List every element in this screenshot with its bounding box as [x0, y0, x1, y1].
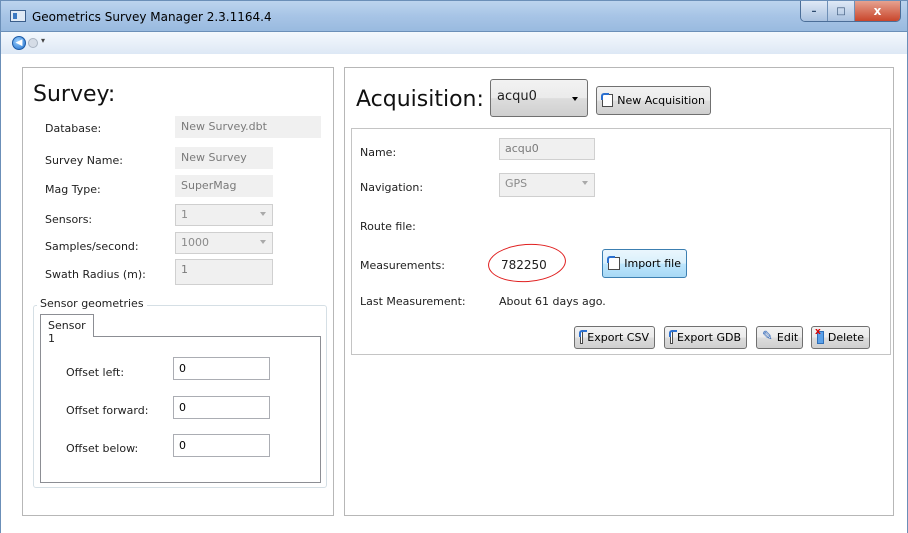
delete-button[interactable]: Delete: [811, 326, 870, 349]
offset-forward-label: Offset forward:: [66, 404, 149, 417]
import-file-label: Import file: [624, 257, 681, 270]
navigation-bar: ◀ ▾: [0, 32, 908, 54]
survey-name-label: Survey Name:: [45, 154, 123, 167]
samples-label: Samples/second:: [45, 240, 139, 253]
offset-below-label: Offset below:: [66, 442, 139, 455]
survey-title: Survey:: [33, 82, 116, 107]
acq-name-label: Name:: [360, 146, 397, 159]
chevron-down-icon: [572, 97, 578, 101]
minimize-icon: –: [811, 5, 817, 17]
acquisition-title: Acquisition:: [356, 87, 484, 112]
minimize-button[interactable]: –: [801, 1, 828, 21]
window-controls: – □ x: [800, 1, 901, 22]
title-bar[interactable]: Geometrics Survey Manager 2.3.1164.4 – □…: [0, 0, 908, 32]
swath-radius-field: 1: [175, 259, 273, 285]
new-acquisition-button[interactable]: New Acquisition: [596, 86, 711, 115]
database-field: New Survey.dbt: [175, 116, 321, 138]
last-measurement-label: Last Measurement:: [360, 295, 466, 308]
maximize-icon: □: [836, 5, 846, 17]
chevron-down-icon: [260, 212, 266, 216]
samples-select: 1000: [175, 232, 273, 254]
chevron-down-icon: [260, 240, 266, 244]
sensors-label: Sensors:: [45, 213, 93, 226]
sensor-geometries-legend: Sensor geometries: [37, 297, 147, 310]
mag-type-label: Mag Type:: [45, 183, 101, 196]
maximize-button[interactable]: □: [828, 1, 855, 21]
export-csv-label: Export CSV: [587, 331, 649, 344]
history-dropdown-icon[interactable]: ▾: [41, 36, 45, 45]
acq-name-field: acqu0: [499, 138, 595, 160]
acquisition-details-box: [351, 128, 891, 355]
delete-icon: [815, 327, 824, 344]
route-file-label: Route file:: [360, 220, 416, 233]
acquisition-select[interactable]: acqu0: [490, 79, 588, 117]
import-file-button[interactable]: Import file: [602, 249, 687, 278]
measurements-label: Measurements:: [360, 259, 445, 272]
edit-button[interactable]: ✎ Edit: [756, 326, 803, 349]
offset-forward-input[interactable]: 0: [173, 396, 270, 419]
close-button[interactable]: x: [855, 1, 900, 21]
close-icon: x: [873, 4, 882, 18]
new-document-icon: [600, 93, 614, 107]
export-gdb-button[interactable]: Export GDB: [664, 326, 747, 349]
navigation-select: GPS: [499, 173, 595, 197]
samples-value: 1000: [181, 236, 209, 249]
offset-below-input[interactable]: 0: [173, 434, 270, 457]
tab-sensor-1[interactable]: Sensor 1: [40, 314, 94, 345]
swath-radius-label: Swath Radius (m):: [45, 268, 146, 281]
mag-type-field: SuperMag: [175, 175, 273, 197]
export-gdb-label: Export GDB: [676, 331, 741, 344]
new-acquisition-label: New Acquisition: [617, 94, 705, 107]
import-file-icon: [606, 256, 621, 270]
database-label: Database:: [45, 122, 102, 135]
last-measurement-value: About 61 days ago.: [499, 295, 606, 308]
sensors-value: 1: [181, 208, 188, 221]
app-icon: [10, 10, 26, 22]
pencil-icon: ✎: [762, 329, 773, 344]
sensors-select: 1: [175, 204, 273, 226]
navigation-value: GPS: [505, 177, 528, 190]
forward-button[interactable]: [28, 38, 38, 48]
window-title: Geometrics Survey Manager 2.3.1164.4: [32, 10, 272, 24]
offset-left-input[interactable]: 0: [173, 357, 270, 380]
survey-name-field: New Survey: [175, 147, 273, 169]
edit-label: Edit: [776, 331, 799, 344]
chevron-down-icon: [582, 181, 588, 185]
delete-label: Delete: [827, 331, 864, 344]
back-arrow-icon: ◀: [15, 38, 23, 48]
export-icon: [578, 330, 588, 344]
export-icon: [669, 330, 677, 344]
offset-left-label: Offset left:: [66, 366, 125, 379]
export-csv-button[interactable]: Export CSV: [574, 326, 655, 349]
navigation-label: Navigation:: [360, 181, 424, 194]
back-button[interactable]: ◀: [12, 36, 26, 50]
acquisition-selected-value: acqu0: [497, 89, 537, 104]
